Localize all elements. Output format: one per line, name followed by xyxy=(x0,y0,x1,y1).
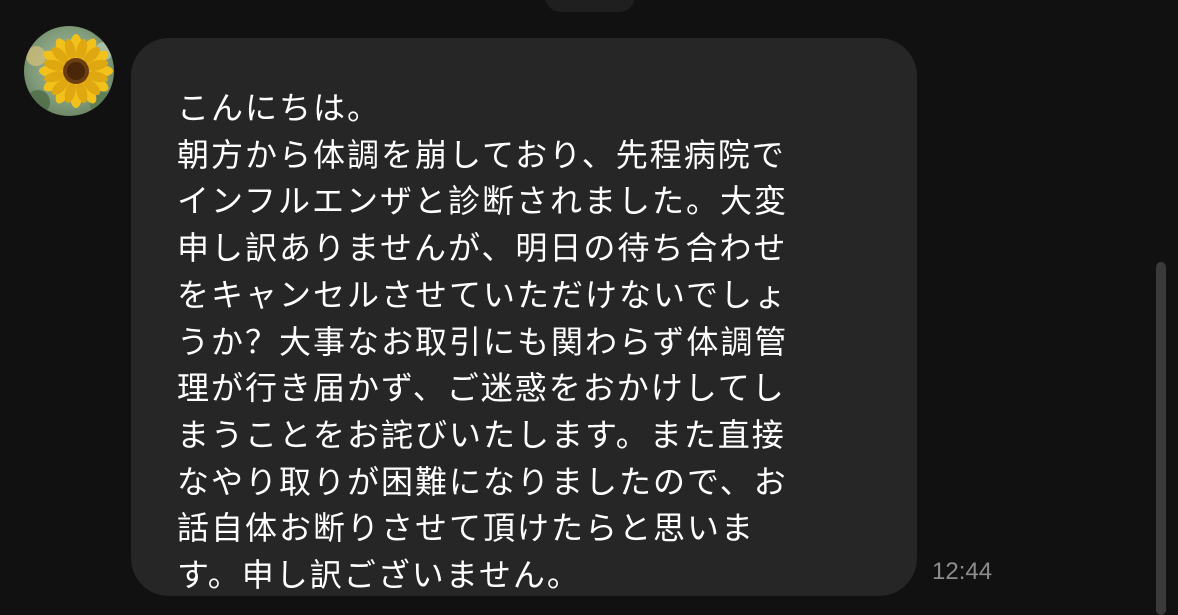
scrollbar[interactable] xyxy=(1156,262,1166,615)
message-line: うか？大事なお取引にも関わらず体調管 xyxy=(177,322,789,361)
previous-message-bubble-edge xyxy=(545,0,635,12)
message-line: をキャンセルさせていただけないでしょ xyxy=(177,275,789,314)
message-timestamp: 12:44 xyxy=(932,558,993,585)
chat-screen: こんにちは。 朝方から体調を崩しており、先程病院で インフルエンザと診断されまし… xyxy=(0,0,1178,615)
message-text: こんにちは。 朝方から体調を崩しており、先程病院で インフルエンザと診断されまし… xyxy=(177,85,877,599)
message-line: まうことをお詫びいたします。また直接 xyxy=(177,415,786,454)
message-line: なやり取りが困難になりましたので、お xyxy=(177,462,788,501)
message-line: 朝方から体調を崩しており、先程病院で xyxy=(177,135,786,174)
message-line: 理が行き届かず、ご迷惑をおかけしてし xyxy=(177,369,786,408)
sender-avatar[interactable] xyxy=(24,26,114,116)
sunflower-avatar-icon xyxy=(24,26,114,116)
message-line: 話自体お断りさせて頂けたらと思いま xyxy=(177,509,756,548)
message-line: す。申し訳ございません。 xyxy=(177,556,581,595)
message-bubble[interactable]: こんにちは。 朝方から体調を崩しており、先程病院で インフルエンザと診断されまし… xyxy=(131,38,917,596)
message-line: インフルエンザと診断されました。大変 xyxy=(177,182,789,221)
message-line: 申し訳ありませんが、明日の待ち合わせ xyxy=(177,229,788,268)
message-line: こんにちは。 xyxy=(177,89,382,127)
